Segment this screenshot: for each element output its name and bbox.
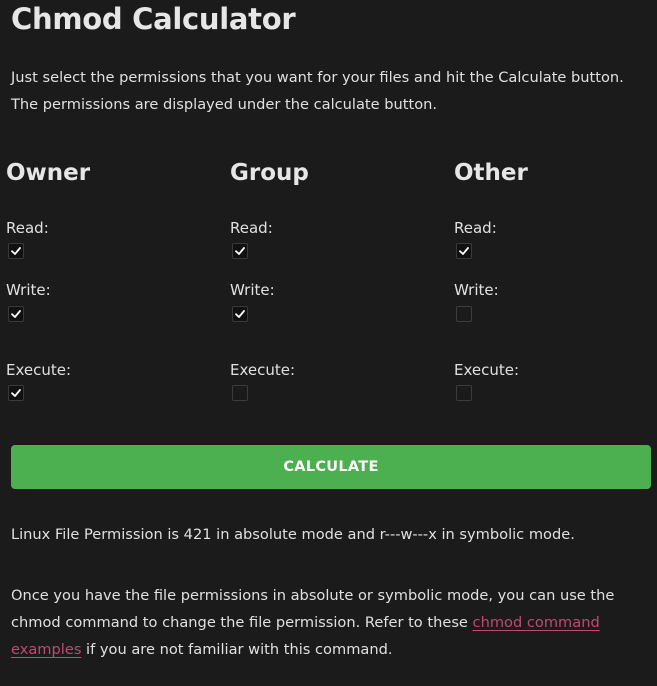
group-execute-label: Execute: <box>230 361 296 379</box>
owner-read-checkbox[interactable] <box>8 243 24 259</box>
group-read-checkbox[interactable] <box>232 243 248 259</box>
calculate-button[interactable]: CALCULATE <box>11 445 651 489</box>
owner-write-checkbox[interactable] <box>8 306 24 322</box>
group-execute-checkbox[interactable] <box>232 385 248 401</box>
owner-heading: Owner <box>6 160 91 186</box>
other-execute-label: Execute: <box>454 361 520 379</box>
group-write-label: Write: <box>230 281 275 299</box>
outro-line-2: chmod command to change the file permiss… <box>11 609 651 636</box>
chmod-examples-link-part-2[interactable]: examples <box>11 641 81 658</box>
group-heading: Group <box>230 160 309 186</box>
outro-line-2-text: chmod command to change the file permiss… <box>11 614 473 631</box>
group-write-checkbox[interactable] <box>232 306 248 322</box>
intro-text: Just select the permissions that you wan… <box>11 64 651 118</box>
outro-line-3: examples if you are not familiar with th… <box>11 636 651 663</box>
page-title: Chmod Calculator <box>11 2 296 36</box>
result-text: Linux File Permission is 421 in absolute… <box>11 526 575 543</box>
intro-line-2: The permissions are displayed under the … <box>11 96 438 113</box>
outro-line-3-text: if you are not familiar with this comman… <box>81 641 393 658</box>
other-write-label: Write: <box>454 281 499 299</box>
other-read-checkbox[interactable] <box>456 243 472 259</box>
owner-write-label: Write: <box>6 281 51 299</box>
intro-line-1: Just select the permissions that you wan… <box>11 69 624 86</box>
other-read-label: Read: <box>454 219 497 237</box>
owner-execute-label: Execute: <box>6 361 72 379</box>
group-read-label: Read: <box>230 219 273 237</box>
outro-line-1: Once you have the file permissions in ab… <box>11 587 615 604</box>
owner-execute-checkbox[interactable] <box>8 385 24 401</box>
owner-read-label: Read: <box>6 219 49 237</box>
other-heading: Other <box>454 160 528 186</box>
chmod-examples-link-part-1[interactable]: chmod command <box>473 614 600 631</box>
outro-text: Once you have the file permissions in ab… <box>11 582 651 663</box>
other-write-checkbox[interactable] <box>456 306 472 322</box>
other-execute-checkbox[interactable] <box>456 385 472 401</box>
